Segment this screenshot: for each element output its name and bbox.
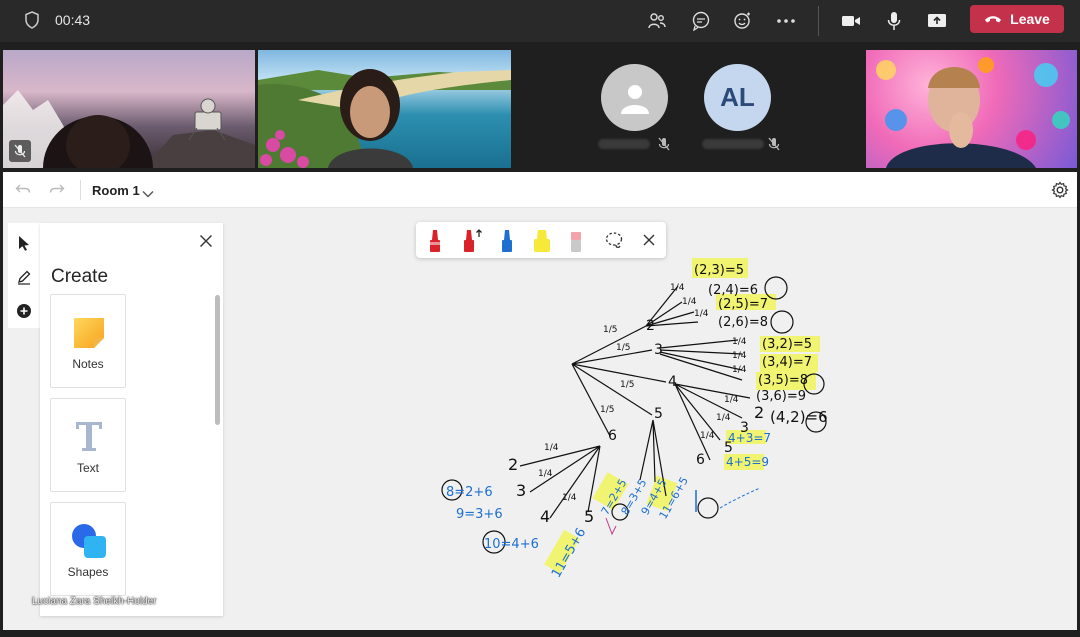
- outcome-label: (3,6)=9: [756, 389, 806, 404]
- svg-text:1/5: 1/5: [600, 405, 614, 415]
- whiteboard-header: Room 1: [3, 172, 1077, 208]
- text-label: Text: [76, 461, 99, 475]
- room-name[interactable]: Room 1: [92, 183, 140, 198]
- shapes-label: Shapes: [67, 565, 109, 579]
- shield-icon: [24, 11, 40, 34]
- handwritten-probability-tree: 23456 2356 234 5 1/51/51/51/5 1/41/41/4 1…: [441, 258, 828, 581]
- participant-video-2[interactable]: [258, 50, 511, 168]
- shapes-card[interactable]: Shapes: [50, 502, 126, 596]
- meeting-timer: 00:43: [55, 12, 91, 28]
- create-panel: Create Notes Text Shapes: [40, 223, 223, 616]
- svg-text:1/5: 1/5: [616, 343, 630, 353]
- svg-text:3: 3: [516, 481, 526, 500]
- header-divider: [80, 180, 81, 200]
- reactions-icon[interactable]: [731, 9, 755, 33]
- presenter-name-caption: Luciana Zara Sheikh-Holder: [32, 596, 157, 607]
- svg-text:1/5: 1/5: [620, 380, 634, 390]
- svg-text:4: 4: [668, 374, 677, 390]
- outcome-label: (3,2)=5: [762, 337, 812, 352]
- svg-text:5: 5: [654, 406, 663, 422]
- svg-text:1/4: 1/4: [700, 431, 715, 441]
- outcome-label: (2,4)=6: [708, 283, 758, 298]
- toolbar-divider: [818, 6, 819, 36]
- svg-text:4: 4: [540, 507, 550, 526]
- people-icon[interactable]: [645, 9, 669, 33]
- svg-text:1/4: 1/4: [544, 443, 559, 453]
- svg-text:5: 5: [584, 507, 594, 526]
- panel-scrollbar[interactable]: [215, 295, 220, 425]
- add-circle-icon[interactable]: [12, 299, 36, 323]
- more-options-icon[interactable]: [774, 9, 798, 33]
- svg-text:6: 6: [696, 452, 705, 468]
- svg-text:1/4: 1/4: [562, 493, 577, 503]
- leave-label: Leave: [1010, 11, 1050, 27]
- svg-text:1/4: 1/4: [732, 365, 747, 375]
- participant-avatar-initials[interactable]: AL: [704, 64, 771, 131]
- redo-icon[interactable]: [49, 182, 65, 201]
- pen-tool-icon[interactable]: [12, 265, 36, 289]
- svg-text:1/4: 1/4: [724, 395, 739, 405]
- hang-up-icon: [985, 16, 1002, 23]
- participant-name-redacted: [598, 139, 650, 149]
- notes-icon: [72, 316, 106, 355]
- chevron-down-icon[interactable]: [142, 185, 154, 203]
- close-icon[interactable]: [198, 233, 214, 249]
- video-gallery: [0, 48, 1080, 168]
- svg-text:1/4: 1/4: [716, 413, 731, 423]
- svg-text:1/4: 1/4: [732, 337, 747, 347]
- svg-text:2: 2: [646, 318, 655, 334]
- participant-video-1[interactable]: [3, 50, 255, 168]
- svg-text:1/4: 1/4: [538, 469, 553, 479]
- svg-text:1/4: 1/4: [694, 309, 709, 319]
- svg-text:6: 6: [608, 428, 617, 444]
- svg-text:2: 2: [508, 455, 518, 474]
- panel-title: Create: [51, 266, 109, 287]
- outcome-label: 4+5=9: [726, 455, 769, 469]
- svg-text:1/4: 1/4: [682, 297, 697, 307]
- notes-label: Notes: [72, 357, 104, 371]
- shapes-icon: [71, 523, 107, 564]
- outcome-label: 4+3=7: [728, 431, 771, 445]
- outcome-label: (2,5)=7: [718, 297, 768, 312]
- sum-label: 9=3+6: [456, 507, 503, 522]
- camera-icon[interactable]: [839, 9, 863, 33]
- notes-card[interactable]: Notes: [50, 294, 126, 388]
- mic-off-icon: [658, 137, 672, 151]
- undo-icon[interactable]: [15, 182, 31, 201]
- outcome-label: (3,5)=8: [758, 373, 808, 388]
- outcome-label: (2,6)=8: [718, 315, 768, 330]
- svg-text:3: 3: [654, 342, 663, 358]
- settings-gear-icon[interactable]: [1051, 181, 1069, 204]
- leave-button[interactable]: Leave: [970, 5, 1064, 33]
- select-pointer-icon[interactable]: [12, 231, 36, 255]
- share-screen-icon[interactable]: [925, 9, 949, 33]
- outcome-label: (2,3)=5: [694, 263, 744, 278]
- participant-video-4[interactable]: [866, 50, 1077, 168]
- person-icon: [620, 84, 649, 114]
- participant-avatar-placeholder[interactable]: [601, 64, 668, 131]
- svg-text:1/5: 1/5: [603, 325, 617, 335]
- whiteboard-tool-strip: [8, 223, 40, 328]
- meeting-toolbar: 00:43 Leave: [0, 0, 1080, 42]
- outcome-label: (3,4)=7: [762, 355, 812, 370]
- text-icon: [73, 419, 105, 458]
- sum-label: 10=4+6: [484, 537, 539, 552]
- svg-text:2: 2: [754, 403, 764, 422]
- mic-off-icon: [768, 137, 782, 151]
- svg-text:1/4: 1/4: [670, 283, 685, 293]
- mic-off-icon: [9, 140, 31, 162]
- participant-name-redacted: [702, 139, 764, 149]
- text-card[interactable]: Text: [50, 398, 126, 492]
- outcome-label: (4,2)=6: [770, 408, 828, 426]
- sum-label: 8=2+6: [446, 485, 493, 500]
- svg-text:1/4: 1/4: [732, 351, 747, 361]
- microphone-icon[interactable]: [882, 9, 906, 33]
- chat-icon[interactable]: [689, 9, 713, 33]
